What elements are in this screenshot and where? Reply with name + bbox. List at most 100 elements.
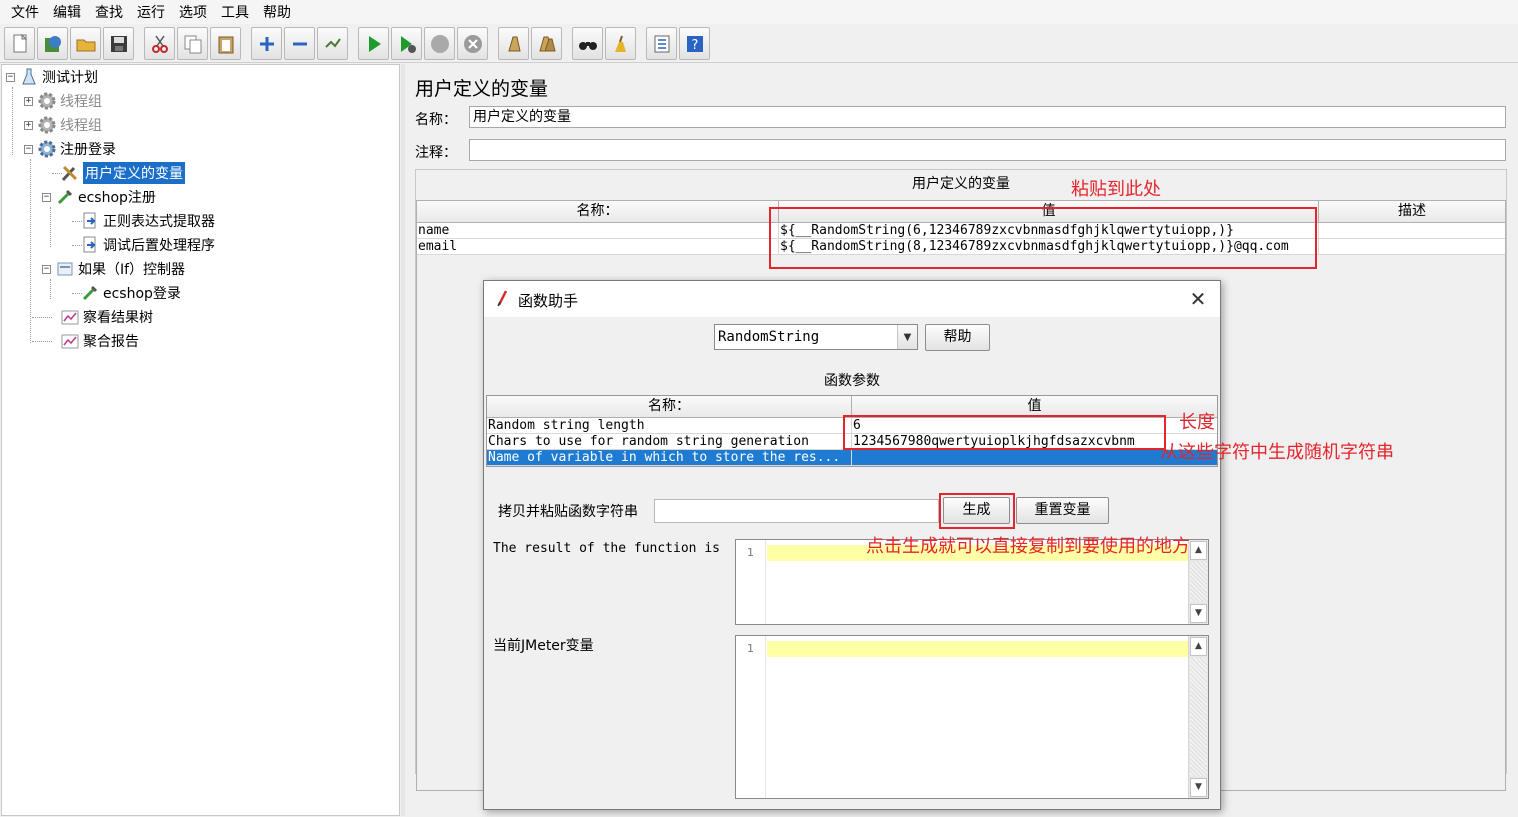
name-field[interactable]: 用户定义的变量 — [469, 106, 1506, 128]
menu-file[interactable]: 文件 — [4, 2, 46, 22]
page-title: 用户定义的变量 — [415, 78, 549, 100]
pipette-icon — [80, 283, 100, 303]
tree-node-test-plan[interactable]: − 测试计划 — [6, 66, 98, 88]
comment-field[interactable] — [469, 139, 1506, 161]
clear-all-button[interactable] — [531, 27, 562, 60]
column-header-desc[interactable]: 描述 — [1319, 201, 1505, 222]
reset-variables-button[interactable]: 重置变量 — [1016, 497, 1109, 524]
start-icon — [368, 35, 381, 52]
paste-button[interactable] — [210, 27, 241, 60]
cell-name[interactable]: email — [417, 239, 779, 254]
toggle-icon — [324, 37, 341, 48]
scroll-down-icon[interactable]: ▼ — [1190, 778, 1207, 797]
reset-search-button[interactable] — [605, 27, 636, 60]
tree-node-ecshop-login[interactable]: ecshop登录 — [80, 282, 181, 304]
tree-node-regex-extractor[interactable]: 正则表达式提取器 — [80, 210, 215, 232]
shutdown-button[interactable] — [457, 27, 488, 60]
tree-node-debug-postprocessor[interactable]: 调试后置处理程序 — [80, 234, 215, 256]
start-button[interactable] — [358, 27, 389, 60]
cut-icon — [151, 35, 168, 53]
jmeter-vars-label: 当前JMeter变量 — [493, 638, 594, 654]
collapse-toggle[interactable]: − — [6, 72, 15, 82]
menu-options[interactable]: 选项 — [172, 2, 214, 22]
column-header-name[interactable]: 名称： — [487, 396, 852, 417]
tree-node-ecshop-register[interactable]: − ecshop注册 — [42, 186, 156, 208]
column-header-name[interactable]: 名称： — [417, 201, 779, 222]
new-button[interactable] — [4, 27, 35, 60]
scroll-up-icon[interactable]: ▲ — [1190, 637, 1207, 656]
menu-help[interactable]: 帮助 — [256, 2, 298, 22]
tree-label: 测试计划 — [42, 70, 98, 86]
expand-toggle[interactable]: + — [24, 120, 33, 130]
menu-edit[interactable]: 编辑 — [46, 2, 88, 22]
gear-icon — [37, 91, 57, 111]
param-name[interactable]: Chars to use for random string generatio… — [487, 434, 852, 449]
dialog-title: 函数助手 — [518, 292, 579, 310]
scroll-track[interactable] — [1190, 658, 1207, 776]
scroll-down-icon[interactable]: ▼ — [1190, 604, 1207, 623]
copy-button[interactable] — [177, 27, 208, 60]
param-name[interactable]: Name of variable in which to store the r… — [487, 450, 852, 465]
tree-label: 线程组 — [60, 94, 102, 110]
collapse-toggle[interactable]: − — [42, 192, 51, 202]
cut-button[interactable] — [144, 27, 175, 60]
tree-node-if-controller[interactable]: − 如果（If）控制器 — [42, 258, 185, 280]
graph-icon — [60, 331, 80, 351]
help-button[interactable]: ? — [679, 27, 710, 60]
svg-text:?: ? — [691, 38, 698, 53]
current-line-highlight — [767, 641, 1188, 657]
menu-search[interactable]: 查找 — [88, 2, 130, 22]
tree-node-register-login[interactable]: − 注册登录 — [24, 138, 116, 160]
scrollbar[interactable]: ▲ ▼ — [1188, 636, 1208, 798]
jmeter-vars-editor[interactable]: 1 ▲ ▼ — [735, 635, 1209, 799]
templates-button[interactable] — [37, 27, 68, 60]
cell-name[interactable]: name — [417, 223, 779, 238]
start-no-pause-button[interactable] — [391, 27, 422, 60]
save-button[interactable] — [103, 27, 134, 60]
tree-label: 注册登录 — [60, 142, 116, 158]
expand-icon — [259, 36, 274, 51]
scroll-track[interactable] — [1190, 562, 1207, 602]
function-select[interactable]: RandomString ▼ — [714, 324, 918, 350]
tree-label: 线程组 — [60, 118, 102, 134]
search-button[interactable] — [572, 27, 603, 60]
toggle-button[interactable] — [317, 27, 348, 60]
clear-button[interactable] — [498, 27, 529, 60]
tree-node-thread-group-2[interactable]: + 线程组 — [24, 114, 102, 136]
menu-run[interactable]: 运行 — [130, 2, 172, 22]
collapse-toggle[interactable]: − — [24, 144, 33, 154]
param-row[interactable]: Name of variable in which to store the r… — [487, 450, 1217, 466]
cell-desc[interactable] — [1319, 239, 1505, 254]
function-helper-button[interactable] — [646, 27, 677, 60]
vars-table-caption: 用户定义的变量 — [912, 176, 1010, 192]
collapse-button[interactable] — [284, 27, 315, 60]
collapse-toggle[interactable]: − — [42, 264, 51, 274]
open-icon — [76, 39, 95, 51]
menu-tools[interactable]: 工具 — [214, 2, 256, 22]
tree-label: 正则表达式提取器 — [103, 214, 215, 230]
help-button[interactable]: 帮助 — [925, 324, 990, 351]
close-icon[interactable]: ✕ — [1186, 287, 1210, 311]
expand-toggle[interactable]: + — [24, 96, 33, 106]
tree-node-thread-group-1[interactable]: + 线程组 — [24, 90, 102, 112]
menu-bar: 文件 编辑 查找 运行 选项 工具 帮助 — [0, 0, 1518, 24]
scrollbar[interactable]: ▲ ▼ — [1188, 540, 1208, 624]
clear-icon — [507, 36, 521, 51]
expand-button[interactable] — [251, 27, 282, 60]
shutdown-icon — [463, 34, 482, 53]
dialog-titlebar[interactable]: 函数助手 ✕ — [484, 281, 1220, 317]
graph-icon — [60, 307, 80, 327]
scroll-up-icon[interactable]: ▲ — [1190, 541, 1207, 560]
tree-node-aggregate-report[interactable]: 聚合报告 — [60, 330, 139, 352]
open-button[interactable] — [70, 27, 101, 60]
flask-icon — [19, 67, 39, 87]
tree-node-view-results-tree[interactable]: 察看结果树 — [60, 306, 153, 328]
column-header-value[interactable]: 值 — [852, 396, 1217, 417]
chevron-down-icon[interactable]: ▼ — [897, 325, 917, 349]
clear-all-icon — [538, 36, 556, 51]
stop-button[interactable] — [424, 27, 455, 60]
cell-desc[interactable] — [1319, 223, 1505, 238]
param-name[interactable]: Random string length — [487, 418, 852, 433]
function-string-field[interactable] — [654, 499, 939, 523]
tree-node-user-vars[interactable]: 用户定义的变量 — [60, 162, 185, 184]
